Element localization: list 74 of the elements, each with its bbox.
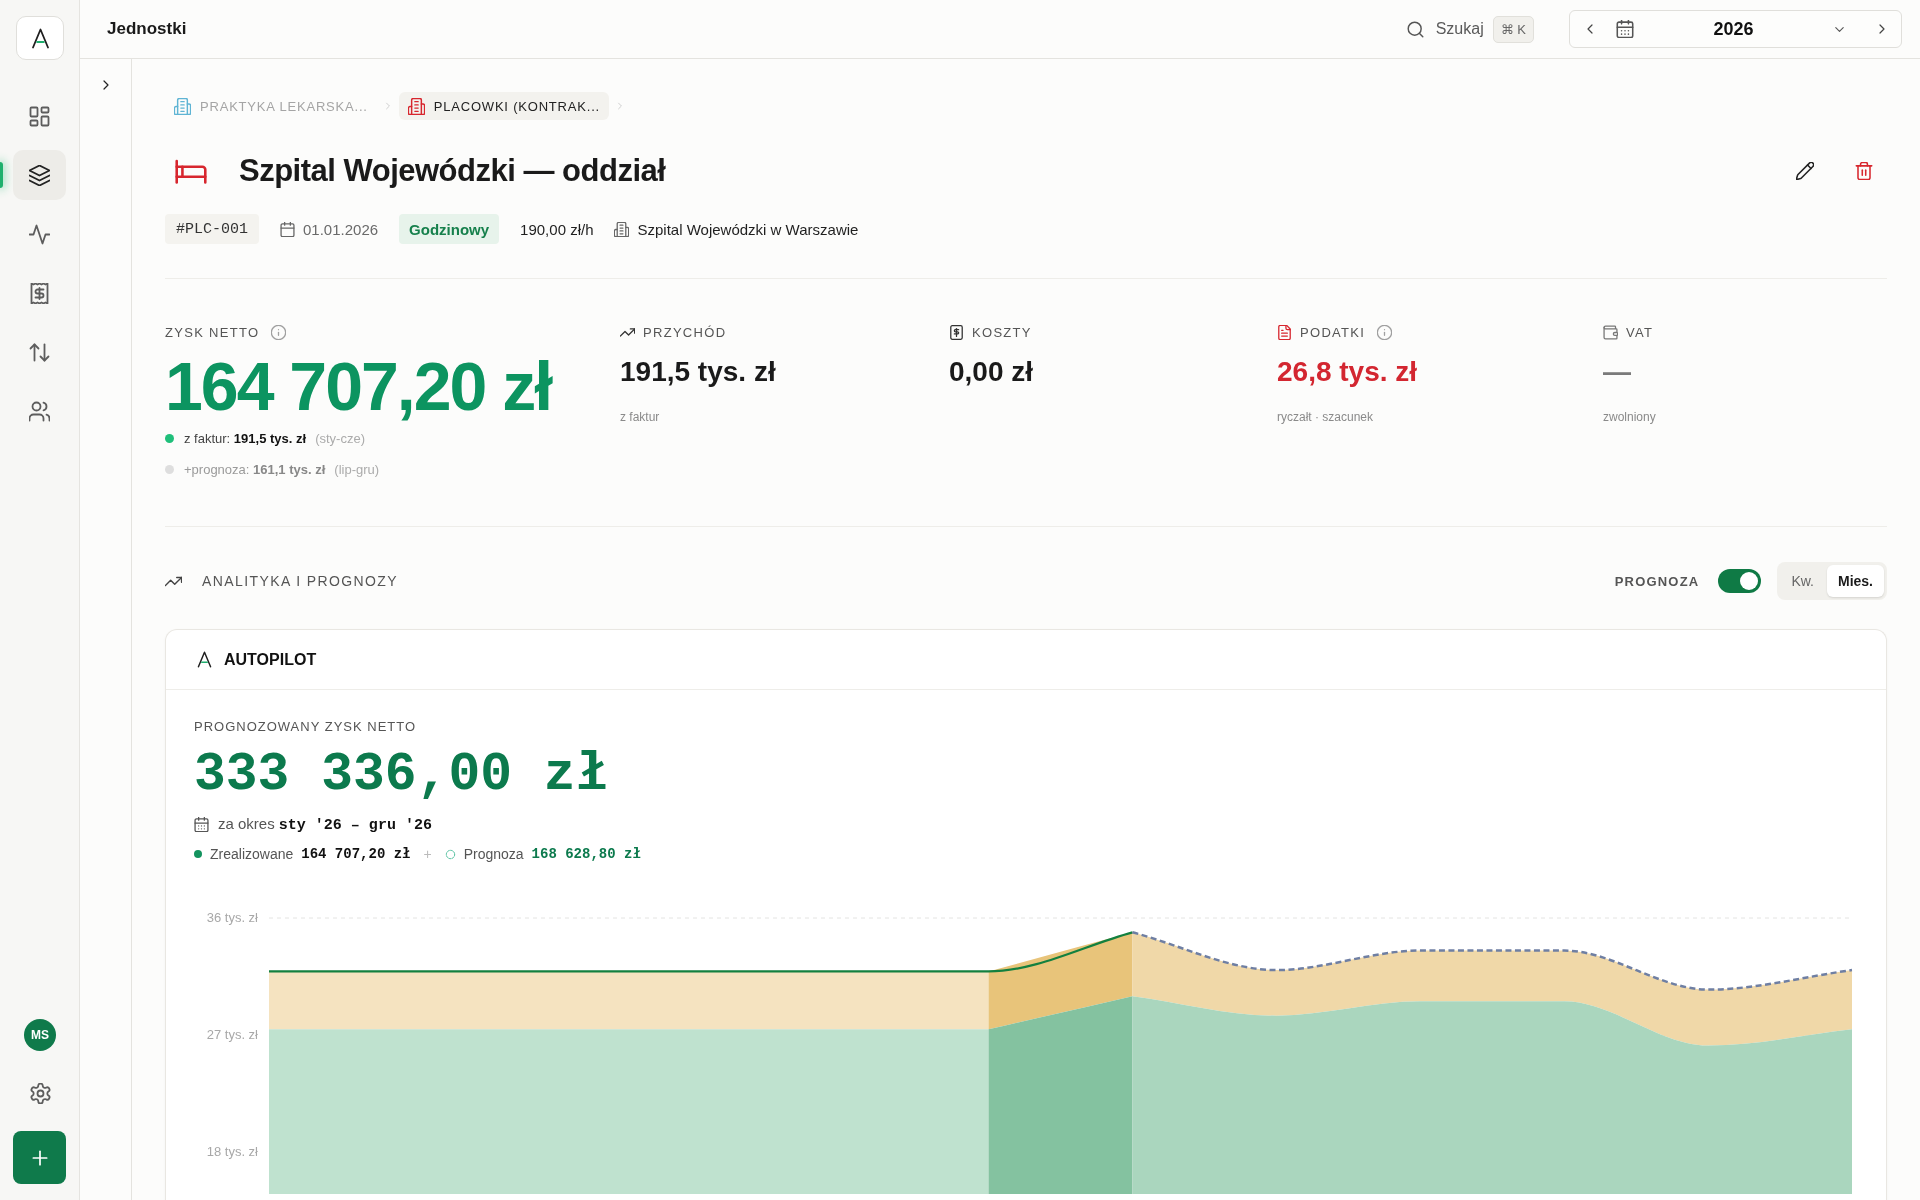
metric-label: ZYSK NETTO xyxy=(165,324,260,340)
axis-label: 18 tys. zł xyxy=(206,1144,258,1160)
metric-note: z faktur xyxy=(620,409,661,425)
legend-label: Prognoza xyxy=(463,846,524,862)
page-title: Jednostki xyxy=(107,19,187,39)
period-tab[interactable]: Kw. xyxy=(1780,565,1825,597)
calendar-icon xyxy=(194,816,209,832)
axis-label: 27 tys. zł xyxy=(206,1027,258,1043)
year-value: 2026 xyxy=(1712,18,1755,40)
metric-value: 26,8 tys. zł xyxy=(1277,355,1419,389)
legend-amount: 168 628,80 zł xyxy=(531,846,641,862)
metric-label: PODATKI xyxy=(1300,324,1366,340)
metric-note: ryczałt · szacunek xyxy=(1277,409,1375,425)
breadcrumb-link[interactable]: PLACOWKI (KONTRAK... xyxy=(398,92,609,120)
unit-code: #PLC-001 xyxy=(165,214,259,244)
hourly-rate: 190,00 zł/h xyxy=(520,220,594,238)
receipt-icon xyxy=(29,282,50,304)
calendar-icon xyxy=(280,221,295,237)
metric-value: — xyxy=(1603,355,1632,389)
up-down-arrows-icon xyxy=(29,341,50,363)
net-profit-value: 164 707,20 zł xyxy=(165,352,553,420)
breakdown-text: +prognoza: 161,1 tys. zł xyxy=(184,461,326,477)
grid-icon xyxy=(29,105,50,127)
pencil-icon xyxy=(1796,162,1814,180)
period-tab[interactable]: Mies. xyxy=(1827,565,1884,597)
metric-value: 0,00 zł xyxy=(949,355,1035,389)
metric-value: 191,5 tys. zł xyxy=(620,355,777,389)
user-avatar[interactable]: MS xyxy=(24,1019,56,1051)
users-icon xyxy=(29,400,50,422)
unit-title: Szpital Wojewódzki — oddział xyxy=(239,153,666,189)
period-text: za okres sty '26 – gru '26 xyxy=(218,814,432,834)
wallet-icon xyxy=(1603,324,1618,340)
calendar-icon xyxy=(1616,20,1634,38)
logo-icon xyxy=(196,651,213,668)
breakdown-text: z faktur: 191,5 tys. zł xyxy=(184,430,307,446)
chevron-right-icon xyxy=(615,101,625,111)
dollar-square-icon xyxy=(949,324,964,340)
section-title: ANALITYKA I PROGNOZY xyxy=(202,573,399,589)
metric-label: PROGNOZOWANY ZYSK NETTO xyxy=(194,719,418,735)
start-date: 01.01.2026 xyxy=(303,220,379,238)
location-text: Szpital Wojewódzki w Warszawie xyxy=(637,220,859,238)
settings-icon xyxy=(29,1082,51,1104)
active-indicator xyxy=(0,162,3,188)
legend-label: Zrealizowane xyxy=(210,846,294,862)
building-icon xyxy=(614,221,630,237)
status-dot-icon xyxy=(165,464,174,474)
add-button[interactable] xyxy=(13,1131,66,1184)
card-title: AUTOPILOT xyxy=(224,650,317,669)
shortcut-hint: ⌘ K xyxy=(1492,15,1534,43)
pulse-icon xyxy=(29,223,50,245)
forecast-toggle[interactable] xyxy=(1718,569,1762,593)
search-icon xyxy=(1406,20,1424,38)
forecast-profit-value: 333 336,00 zł xyxy=(194,747,609,803)
legend-amount: 164 707,20 zł xyxy=(301,846,411,862)
metric-label: VAT xyxy=(1626,324,1654,340)
logo-tile[interactable] xyxy=(16,16,64,60)
status-dot-icon xyxy=(194,850,202,858)
metric-note: zwolniony xyxy=(1603,409,1657,425)
logo-icon xyxy=(29,27,51,49)
period-text: (sty-cze) xyxy=(315,430,365,446)
document-icon xyxy=(1277,324,1292,340)
metric-label: KOSZTY xyxy=(972,324,1032,340)
axis-label: 36 tys. zł xyxy=(206,910,258,925)
nav-button[interactable] xyxy=(13,150,66,200)
trash-icon xyxy=(1855,162,1873,180)
metric-label: PRZYCHÓD xyxy=(643,324,727,340)
search-button[interactable]: Szukaj xyxy=(1406,13,1484,45)
toggle-label: PROGNOZA xyxy=(1614,573,1700,589)
billing-badge: Godzinowy xyxy=(399,214,500,244)
dashed-circle-icon xyxy=(444,848,456,860)
layers-icon xyxy=(29,164,50,186)
plus-sign: + xyxy=(423,846,432,862)
period-text: (lip-gru) xyxy=(334,461,380,477)
status-dot-icon xyxy=(165,433,174,443)
